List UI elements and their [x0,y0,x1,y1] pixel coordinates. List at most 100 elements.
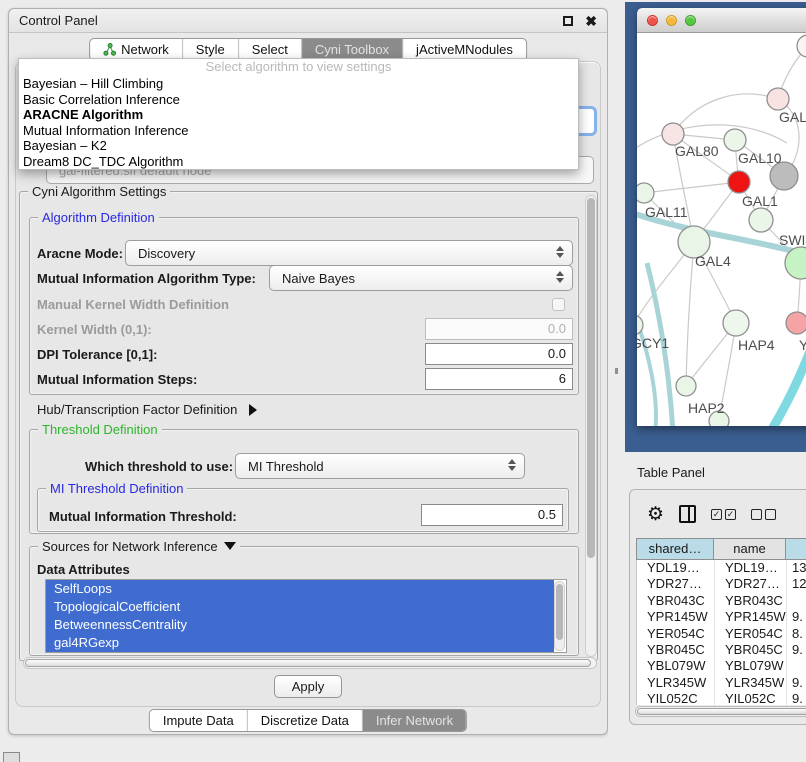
tab-cyni-toolbox-label: Cyni Toolbox [315,42,389,57]
table-panel-title: Table Panel [637,465,705,480]
mi-steps-input[interactable]: 6 [425,368,573,390]
network-canvas[interactable]: GAL GAL80 GAL10 GAL1 GAL11 SWI4 GAL4 GCY… [637,33,806,426]
attribute-item-selected[interactable]: BetweennessCentrality [46,616,554,634]
window-zoom-icon[interactable] [685,15,696,26]
float-panel-icon[interactable] [563,16,573,26]
hub-definition-expander[interactable]: Hub/Transcription Factor Definition [37,402,257,417]
tab-impute-data[interactable]: Impute Data [150,710,248,731]
network-node-hap2[interactable] [676,376,696,396]
divider-grip-icon [615,368,618,374]
dpi-tolerance-input[interactable]: 0.0 [425,343,573,365]
cell: YDL19… [715,560,787,576]
cell: YBR043C [715,593,787,609]
mi-type-combo[interactable]: Naive Bayes [269,265,573,291]
hub-definition-label: Hub/Transcription Factor Definition [37,402,237,417]
mi-type-label: Mutual Information Algorithm Type: [37,271,256,286]
network-node[interactable] [749,208,773,232]
network-node-gal[interactable] [767,88,789,110]
column-header-clipped[interactable] [786,538,806,560]
settings-vertical-scrollbar[interactable] [585,195,597,657]
cell: 12 [787,576,806,592]
columns-icon[interactable] [679,505,696,523]
settings-horizontal-scrollbar[interactable] [23,657,597,669]
cell: YDL19… [637,560,715,576]
which-threshold-combo[interactable]: MI Threshold [235,453,525,479]
tab-style-label: Style [196,42,225,57]
tab-discretize-data[interactable]: Discretize Data [248,710,363,731]
algorithm-definition-title: Algorithm Definition [38,210,159,225]
cell: YBL079W [637,658,715,674]
algorithm-option[interactable]: Bayesian – K2 [19,138,578,154]
triangle-down-icon [224,542,236,550]
table-row[interactable]: YDR27…YDR27…12 [637,576,806,592]
table-row[interactable]: YIL052CYIL052C9. [637,691,806,705]
algorithm-option[interactable]: Bayesian – Hill Climbing [19,76,578,92]
algorithm-option[interactable]: Dream8 DC_TDC Algorithm [19,154,578,170]
apply-button[interactable]: Apply [274,675,342,698]
table-horizontal-scrollbar[interactable] [635,706,806,717]
panel-divider[interactable] [608,0,625,762]
tab-jactivemnodules-label: jActiveMNodules [416,42,513,57]
window-close-icon[interactable] [647,15,658,26]
mi-threshold-input[interactable]: 0.5 [421,504,563,526]
cell: 9. [787,642,806,658]
network-node-hap4[interactable] [723,310,749,336]
algorithm-option[interactable]: Basic Correlation Inference [19,92,578,108]
dpi-tolerance-label: DPI Tolerance [0,1]: [37,347,157,362]
column-header-name[interactable]: name [714,538,786,560]
gear-icon[interactable]: ⚙ [647,505,664,524]
kernel-width-input[interactable]: 0.0 [425,318,573,340]
table-row[interactable]: YPR145WYPR145W9. [637,609,806,625]
tab-select[interactable]: Select [239,39,302,60]
network-node-gal11[interactable] [637,183,654,203]
table-row[interactable]: YBR045CYBR045C9. [637,642,806,658]
table-row[interactable]: YER054CYER054C8. [637,626,806,642]
attribute-item-selected[interactable]: TopologicalCoefficient [46,598,554,616]
settings-scrollbar-thumb[interactable] [587,198,595,558]
cell: YLR345W [715,675,787,691]
table-row[interactable]: YLR345WYLR345W9. [637,675,806,691]
sources-group-header[interactable]: Sources for Network Inference [38,539,240,554]
tab-cyni-toolbox[interactable]: Cyni Toolbox [302,39,403,60]
settings-hscrollbar-thumb[interactable] [25,659,591,667]
network-node-gray[interactable] [770,162,798,190]
network-window-titlebar[interactable] [637,8,806,33]
tab-style[interactable]: Style [183,39,239,60]
mi-type-value: Naive Bayes [282,271,355,286]
tab-jactivemnodules[interactable]: jActiveMNodules [403,39,526,60]
node-label: GAL80 [675,143,719,159]
column-header-shared-name[interactable]: shared… [636,538,714,560]
attribute-item-selected[interactable]: gal4RGexp [46,634,554,652]
window-minimize-icon[interactable] [666,15,677,26]
network-node-pink[interactable] [786,312,806,334]
network-node-gal1-selected[interactable] [728,171,750,193]
tab-network[interactable]: Network [90,39,183,60]
cell: 13 [787,560,806,576]
algorithm-option-selected[interactable]: ARACNE Algorithm [19,107,578,123]
network-node-gal10[interactable] [724,129,746,151]
cell: YBR045C [715,642,787,658]
aracne-mode-label: Aracne Mode: [37,246,123,261]
manual-kernel-checkbox[interactable] [552,298,565,311]
tab-infer-network[interactable]: Infer Network [363,710,466,731]
algorithm-option[interactable]: Mutual Information Inference [19,123,578,139]
table-row[interactable]: YBL079WYBL079W [637,658,806,674]
network-node-labels: GAL GAL80 GAL10 GAL1 GAL11 SWI4 GAL4 GCY… [637,109,806,416]
minimized-panel-icon[interactable] [3,752,20,762]
attribute-list-scrollbar[interactable] [554,581,565,651]
table-row[interactable]: YBR043CYBR043C [637,593,806,609]
cell: YIL052C [637,691,715,705]
deselect-all-icon[interactable] [751,509,776,520]
close-panel-icon[interactable]: ✖ [585,16,597,26]
network-node[interactable] [797,35,806,57]
cell: 9. [787,675,806,691]
attribute-list-scrollbar-thumb[interactable] [556,584,563,640]
attribute-item-selected[interactable]: SelfLoops [46,580,554,598]
network-node-gal80[interactable] [662,123,684,145]
select-all-icon[interactable]: ✓✓ [711,509,736,520]
cell: YLR345W [637,675,715,691]
aracne-mode-combo[interactable]: Discovery [125,240,573,266]
table-hscrollbar-thumb[interactable] [637,708,806,715]
table-row[interactable]: YDL19…YDL19…13 [637,560,806,576]
data-attributes-list: SelfLoops TopologicalCoefficient Between… [45,579,567,653]
